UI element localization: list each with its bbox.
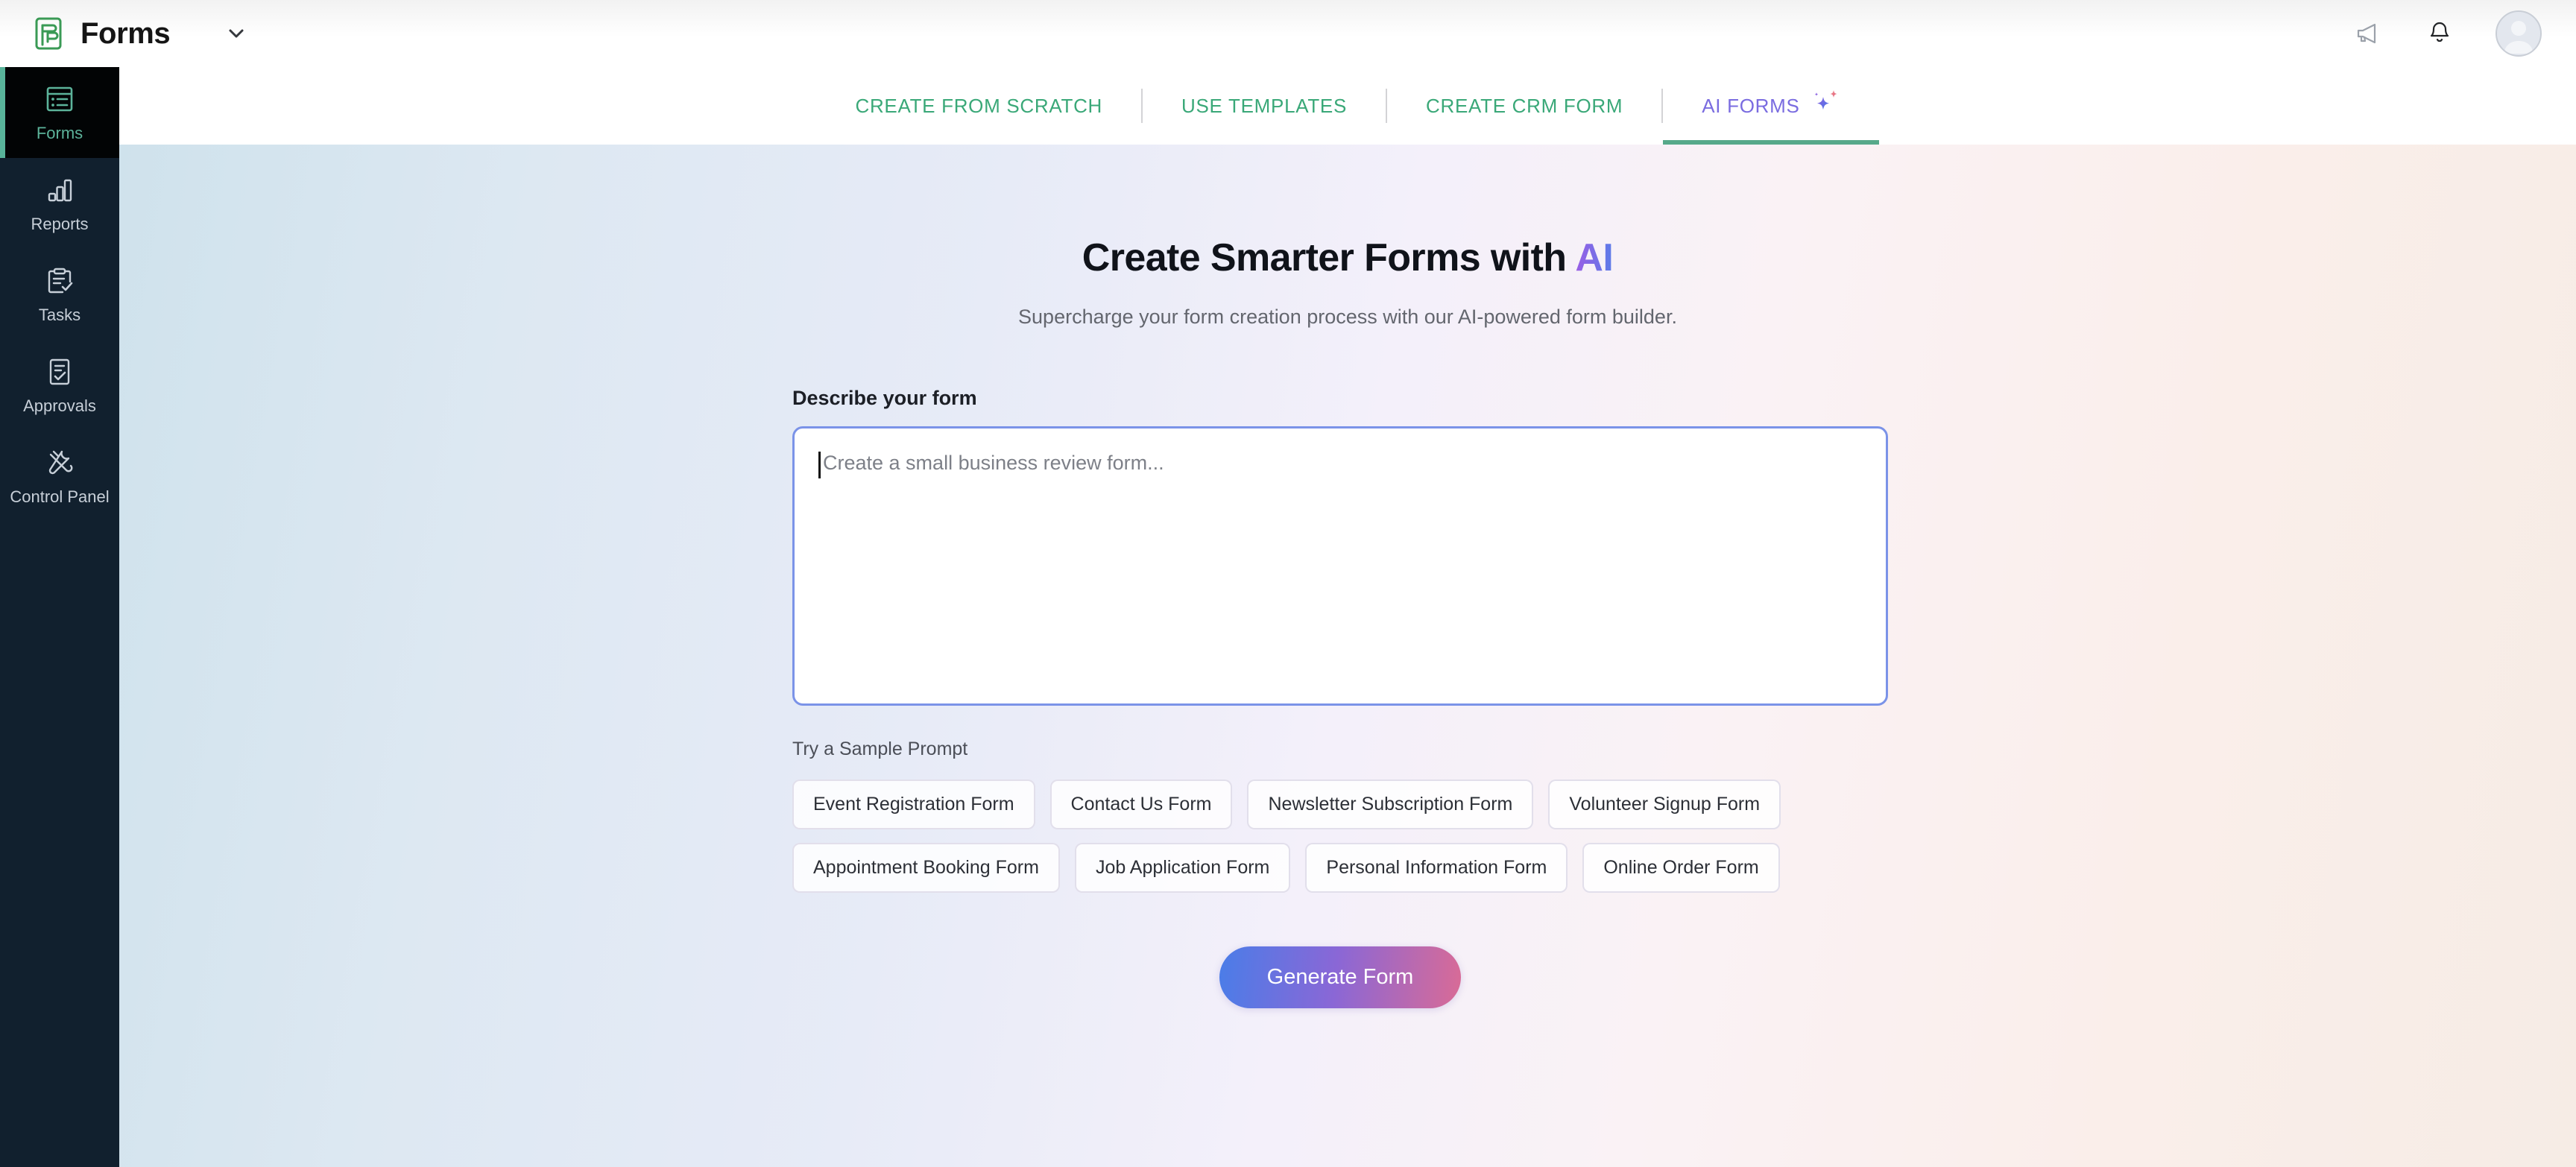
form-area: Describe your form Create a small busine… xyxy=(792,387,1888,1008)
sidebar-item-tasks[interactable]: Tasks xyxy=(0,249,119,340)
sample-prompt-chip[interactable]: Appointment Booking Form xyxy=(792,843,1060,893)
top-header: Forms xyxy=(0,0,2576,67)
megaphone-icon[interactable] xyxy=(2352,18,2384,49)
prompt-field-label: Describe your form xyxy=(792,387,977,409)
sidebar-item-label: Forms xyxy=(36,124,83,142)
sidebar-item-label: Tasks xyxy=(38,306,81,324)
sample-prompt-chip[interactable]: Event Registration Form xyxy=(792,779,1035,829)
clipboard-check-icon xyxy=(44,265,75,297)
header-actions xyxy=(2352,10,2542,57)
forms-logo-icon xyxy=(33,16,67,51)
text-caret xyxy=(818,452,821,478)
page-title: Create Smarter Forms with AI xyxy=(119,235,2576,280)
sample-prompt-chip[interactable]: Personal Information Form xyxy=(1305,843,1568,893)
sidebar-item-label: Reports xyxy=(31,215,89,233)
page-title-prefix: Create Smarter Forms with xyxy=(1082,236,1576,279)
sidebar: Forms Reports Tasks Approvals Control Pa… xyxy=(0,67,119,1167)
document-check-icon xyxy=(44,356,75,388)
tab-create-from-scratch[interactable]: CREATE FROM SCRATCH xyxy=(816,67,1141,145)
avatar[interactable] xyxy=(2496,10,2542,57)
sidebar-item-label: Approvals xyxy=(23,396,96,415)
chevron-down-icon[interactable] xyxy=(204,22,244,45)
generate-form-button[interactable]: Generate Form xyxy=(1219,946,1462,1008)
prompt-input[interactable]: Create a small business review form... xyxy=(792,426,1888,706)
tabs: CREATE FROM SCRATCH USE TEMPLATES CREATE… xyxy=(816,67,1879,145)
bar-chart-icon xyxy=(44,174,75,206)
tools-icon xyxy=(44,447,75,478)
forms-icon xyxy=(44,83,75,115)
sample-prompt-chips: Event Registration Form Contact Us Form … xyxy=(792,779,1888,893)
sparkle-icon xyxy=(1811,89,1840,118)
main-content: Create Smarter Forms with AI Supercharge… xyxy=(119,145,2576,1167)
sample-prompt-chip[interactable]: Online Order Form xyxy=(1582,843,1780,893)
page-subtitle: Supercharge your form creation process w… xyxy=(1018,306,1677,328)
tab-label: USE TEMPLATES xyxy=(1181,94,1348,117)
page-title-highlight: AI xyxy=(1575,236,1614,279)
tab-label: CREATE CRM FORM xyxy=(1426,94,1623,117)
sidebar-item-label: Control Panel xyxy=(10,487,110,506)
sample-prompt-chip[interactable]: Newsletter Subscription Form xyxy=(1247,779,1534,829)
tab-label: AI FORMS xyxy=(1702,94,1800,117)
sample-prompt-chip[interactable]: Volunteer Signup Form xyxy=(1548,779,1781,829)
sample-prompt-label: Try a Sample Prompt xyxy=(792,739,968,759)
brand-name: Forms xyxy=(80,16,171,50)
sidebar-item-control-panel[interactable]: Control Panel xyxy=(0,431,119,522)
tab-ai-forms[interactable]: AI FORMS xyxy=(1663,67,1879,145)
tab-use-templates[interactable]: USE TEMPLATES xyxy=(1143,67,1386,145)
sidebar-item-approvals[interactable]: Approvals xyxy=(0,340,119,431)
tab-create-crm-form[interactable]: CREATE CRM FORM xyxy=(1387,67,1661,145)
generate-button-wrap: Generate Form xyxy=(792,946,1888,1008)
bell-icon[interactable] xyxy=(2424,18,2455,49)
sample-prompt-chip[interactable]: Job Application Form xyxy=(1074,843,1291,893)
tab-bar: CREATE FROM SCRATCH USE TEMPLATES CREATE… xyxy=(119,67,2576,145)
sidebar-item-forms[interactable]: Forms xyxy=(0,67,119,158)
prompt-placeholder: Create a small business review form... xyxy=(823,452,1164,474)
sample-prompt-chip[interactable]: Contact Us Form xyxy=(1049,779,1233,829)
tab-label: CREATE FROM SCRATCH xyxy=(855,94,1103,117)
sidebar-item-reports[interactable]: Reports xyxy=(0,158,119,249)
brand[interactable]: Forms xyxy=(33,16,244,51)
